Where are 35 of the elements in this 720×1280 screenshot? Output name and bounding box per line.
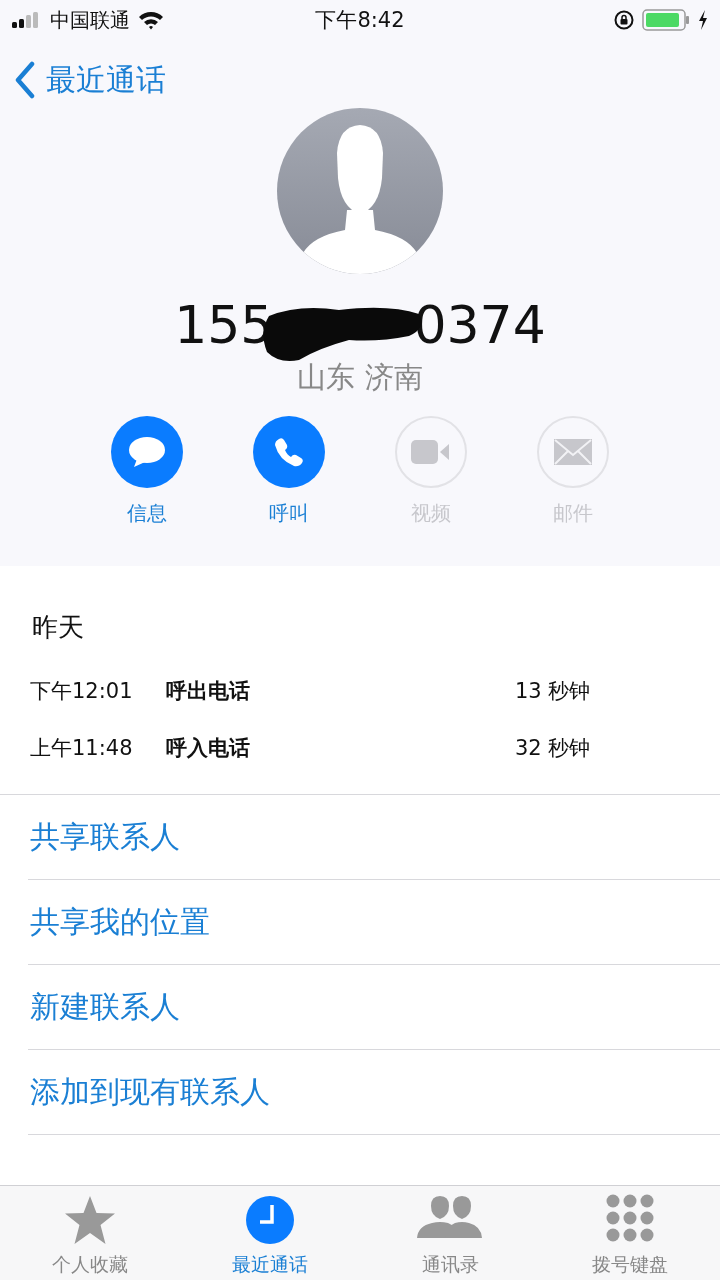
favorites-tab[interactable]: 个人收藏 [0,1186,180,1280]
call-duration: 32 秒钟 [515,734,591,762]
wifi-icon [138,10,164,30]
video-camera-icon [411,440,451,464]
back-button[interactable]: 最近通话 [14,59,166,101]
date-heading: 昨天 [32,612,84,642]
rotation-lock-icon [614,10,634,30]
speech-bubble-icon [127,435,167,469]
carrier-name: 中国联通 [50,6,130,34]
star-icon [63,1194,117,1246]
phone-number: 0374 [413,295,546,355]
call-duration: 13 秒钟 [515,677,591,705]
call-type: 呼出电话 [166,677,251,705]
call-action-button[interactable]: 呼叫 [218,416,360,527]
contacts-tab[interactable]: 通讯录 [360,1186,540,1280]
option-link[interactable]: 共享联系人 [28,795,720,880]
phone-icon [273,436,305,468]
call-time: 上午11:48 [30,734,134,762]
location-text: 山东 济南 [297,359,423,396]
envelope-icon [554,439,592,465]
back-chevron-icon [14,61,36,99]
recents-tab[interactable]: 最近通话 [180,1186,360,1280]
call-type: 呼入电话 [166,734,251,762]
option-link[interactable]: 添加到现有联系人 [28,1050,720,1135]
call-time: 下午12:01 [30,677,134,705]
charging-icon [698,10,708,30]
keypad-tab[interactable]: 拨号键盘 [540,1186,720,1280]
option-link[interactable]: 新建联系人 [28,965,720,1050]
keypad-icon [606,1194,654,1242]
people-icon [417,1194,483,1240]
clock-icon [244,1194,296,1246]
message-action-button[interactable]: 信息 [76,416,218,527]
option-link[interactable]: 共享我的位置 [28,880,720,965]
clock-time: 下午8:42 [315,7,405,34]
battery-icon [642,9,690,31]
